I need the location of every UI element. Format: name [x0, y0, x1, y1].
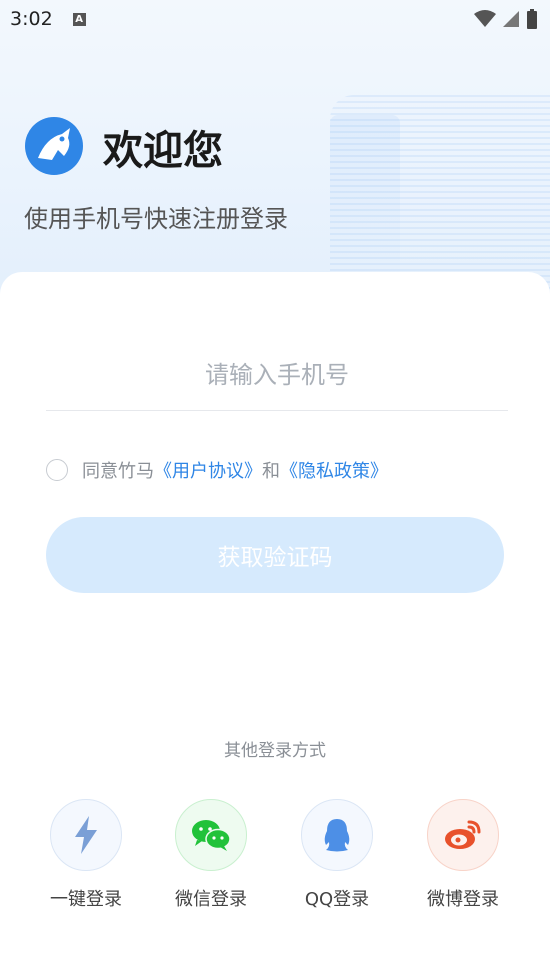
- page-title: 欢迎您: [103, 128, 223, 174]
- status-time: 3:02: [10, 8, 53, 30]
- lightning-icon: [75, 816, 97, 854]
- wifi-icon: [474, 10, 496, 27]
- wechat-login-button[interactable]: [175, 799, 247, 871]
- weibo-login-option[interactable]: 微博登录: [408, 799, 518, 911]
- phone-input[interactable]: [46, 340, 508, 411]
- wechat-icon: [192, 820, 231, 851]
- one-click-login-button[interactable]: [50, 799, 122, 871]
- qq-login-label: QQ登录: [304, 889, 370, 910]
- get-code-button[interactable]: 获取验证码: [46, 517, 504, 593]
- status-bar: 3:02 A: [0, 0, 550, 38]
- wechat-login-option[interactable]: 微信登录: [156, 799, 266, 911]
- signal-icon: [503, 11, 519, 27]
- one-click-login-option[interactable]: 一键登录: [31, 799, 141, 911]
- agreement-checkbox[interactable]: [46, 459, 68, 481]
- user-agreement-link[interactable]: 《用户协议》: [154, 457, 262, 483]
- other-login-title: 其他登录方式: [224, 741, 326, 761]
- weibo-icon: [445, 820, 481, 849]
- agreement-prefix: 同意竹马: [82, 461, 154, 482]
- notification-icon: A: [72, 12, 86, 26]
- privacy-policy-link[interactable]: 《隐私政策》: [280, 457, 388, 483]
- building-graphic: [330, 95, 550, 295]
- qq-icon: [324, 819, 350, 852]
- weibo-login-button[interactable]: [427, 799, 499, 871]
- agreement-row: 同意竹马 《用户协议》 和 《隐私政策》: [46, 457, 388, 483]
- qq-login-option[interactable]: QQ登录: [282, 799, 392, 911]
- wechat-login-label: 微信登录: [175, 889, 247, 910]
- battery-icon: [527, 9, 537, 29]
- qq-login-button[interactable]: [301, 799, 373, 871]
- one-click-login-label: 一键登录: [50, 889, 122, 910]
- page-subtitle: 使用手机号快速注册登录: [24, 205, 288, 233]
- agreement-and: 和: [262, 461, 280, 482]
- app-logo-icon: [25, 117, 83, 175]
- weibo-login-label: 微博登录: [427, 889, 499, 910]
